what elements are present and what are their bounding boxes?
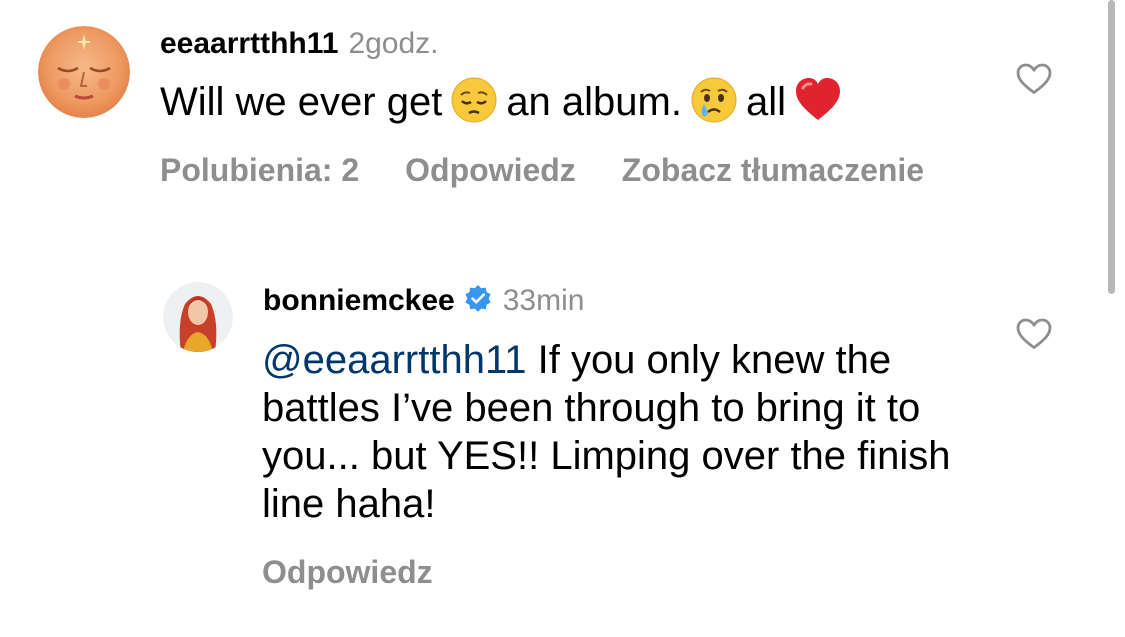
reply-text: @eeaarrtthh11 If you only knew the battl… [262, 336, 982, 528]
replier-avatar[interactable] [163, 282, 233, 352]
likes-count-button[interactable]: Polubienia: 2 [160, 152, 359, 188]
comment-text-part: all [745, 80, 787, 124]
comment-meta: eeaarrtthh11 2godz. [160, 26, 439, 62]
heart-outline-icon[interactable] [1016, 318, 1052, 350]
reply-actions: Odpowiedz [262, 552, 433, 592]
mention-link[interactable]: @eeaarrtthh11 [262, 338, 526, 382]
comment-text-part: an album. [506, 80, 682, 124]
comment-actions: Polubienia: 2 Odpowiedz Zobacz tłumaczenie [160, 150, 924, 190]
commenter-avatar[interactable] [38, 26, 130, 118]
see-translation-button[interactable]: Zobacz tłumaczenie [622, 152, 924, 188]
reply-button[interactable]: Odpowiedz [405, 152, 576, 188]
pensive-face-emoji [450, 76, 498, 124]
red-heart-emoji [794, 76, 842, 124]
reply-button[interactable]: Odpowiedz [262, 554, 433, 590]
crying-face-emoji [690, 76, 738, 124]
comment-text-part: Will we ever get [160, 80, 443, 124]
comment-time: 2godz. [348, 27, 439, 60]
comment-username[interactable]: eeaarrtthh11 [160, 27, 338, 60]
verified-badge-icon [463, 284, 493, 314]
reply-time: 33min [502, 284, 585, 317]
reply-meta: bonniemckee 33min [263, 283, 584, 319]
reply-username[interactable]: bonniemckee [263, 284, 455, 317]
comment-text: Will we ever get an album. all [160, 76, 850, 128]
scrollbar[interactable] [1108, 0, 1115, 294]
heart-outline-icon[interactable] [1016, 63, 1052, 95]
